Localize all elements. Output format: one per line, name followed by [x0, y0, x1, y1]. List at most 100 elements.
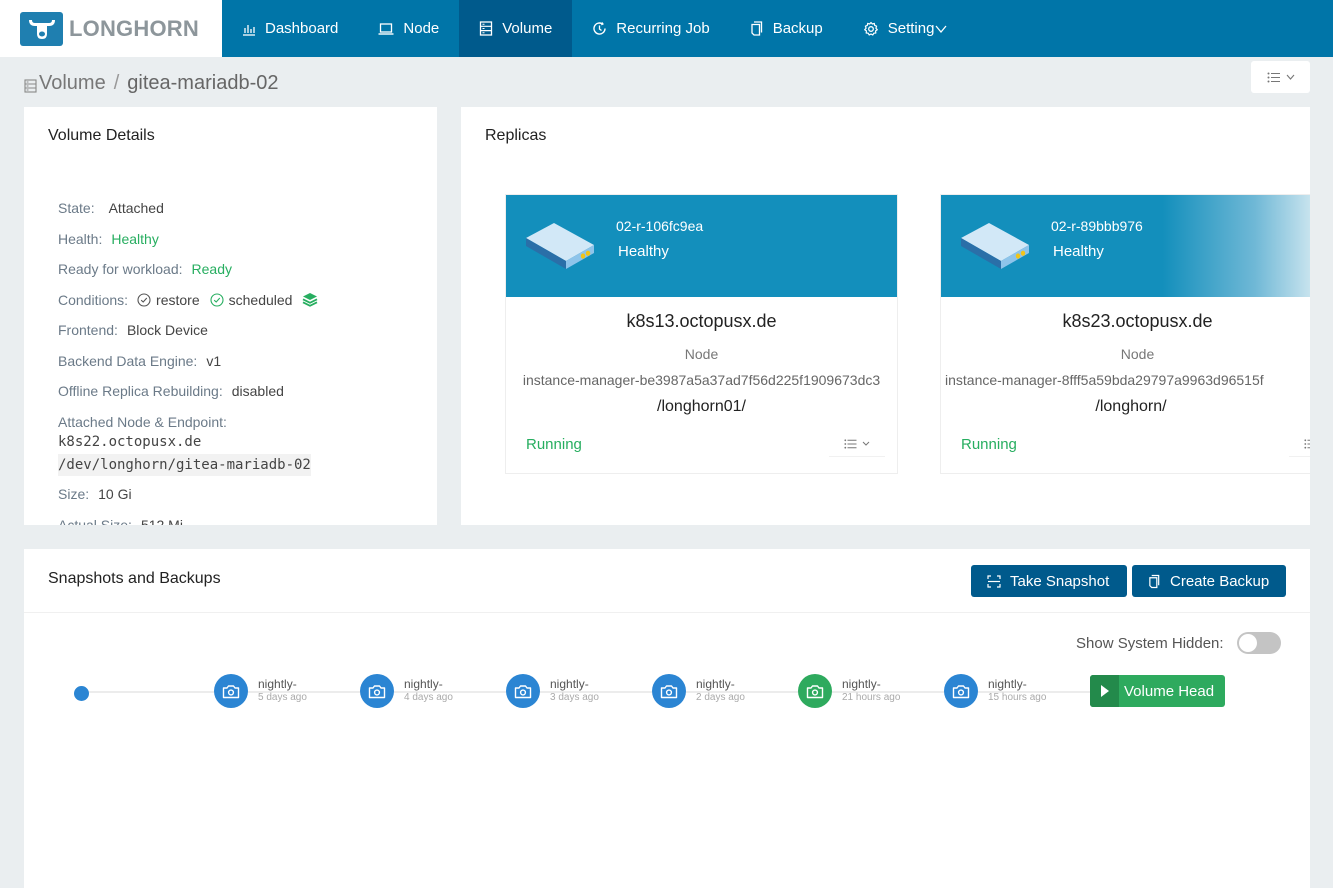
volume-details-card: Volume Details State: Attached Health: H… [24, 107, 437, 525]
condition-restore[interactable]: restore [137, 292, 200, 308]
detail-label: Actual Size: [58, 516, 132, 525]
camera-icon [944, 674, 978, 708]
replica-name: 02-r-106fc9ea [616, 218, 704, 234]
laptop-icon [378, 22, 394, 36]
snapshot-node[interactable]: nightly- 5 days ago [214, 674, 307, 708]
check-circle-icon [210, 293, 224, 307]
scan-icon [987, 574, 1001, 588]
nav-recurring-job[interactable]: Recurring Job [572, 0, 729, 57]
disk-icon [524, 220, 596, 278]
nav-label: Node [403, 20, 440, 37]
actual-size-value: 512 Mi [140, 516, 183, 525]
snapshot-name: nightly- [842, 677, 881, 691]
replica-host: k8s23.octopusx.de [1062, 311, 1213, 331]
show-hidden-label: Show System Hidden: [1076, 634, 1224, 652]
health-value: Healthy [111, 230, 159, 247]
snapshots-title: Snapshots and Backups [48, 570, 221, 587]
show-hidden-toggle[interactable] [1236, 632, 1281, 654]
endpoint-path: /dev/longhorn/gitea-mariadb-02 [58, 454, 311, 476]
snapshot-time: 3 days ago [550, 692, 599, 703]
nav-volume[interactable]: Volume [459, 0, 573, 57]
nav-label: Volume [502, 20, 553, 37]
replica-status: Running [526, 436, 582, 453]
detail-label: Ready for workload: [58, 261, 183, 278]
replica-card[interactable]: 02-r-89bbb976 Healthy k8s23.octopusx.de … [940, 194, 1310, 474]
nav-dashboard[interactable]: Dashboard [222, 0, 358, 57]
snapshot-node[interactable]: nightly- 3 days ago [506, 674, 599, 708]
snapshot-time: 15 hours ago [988, 692, 1047, 703]
check-circle-icon [137, 293, 151, 307]
show-system-hidden: Show System Hidden: [1076, 632, 1281, 654]
breadcrumb: Volume / gitea-mariadb-02 [24, 72, 278, 95]
snapshot-name: nightly- [696, 677, 735, 691]
attached-endpoint: k8s22.octopusx.de /dev/longhorn/gitea-ma… [58, 431, 318, 476]
snapshot-time: 4 days ago [404, 692, 453, 703]
offline-rebuilding-value: disabled [231, 383, 284, 400]
snapshot-node[interactable]: nightly- 21 hours ago [798, 674, 900, 708]
detail-label: Backend Data Engine: [58, 352, 198, 369]
detail-label: Health: [58, 230, 103, 247]
copy-icon [1149, 574, 1160, 588]
replica-header: 02-r-89bbb976 Healthy [941, 195, 1310, 297]
breadcrumb-volume-link[interactable]: Volume [39, 72, 106, 95]
longhorn-logo-icon [20, 11, 63, 46]
camera-icon [506, 674, 540, 708]
chevron-down-icon [862, 441, 870, 446]
replica-path: /longhorn/ [1095, 398, 1167, 415]
condition-scheduled[interactable]: scheduled [210, 291, 293, 308]
create-backup-button[interactable]: Create Backup [1132, 565, 1286, 597]
snapshot-name: nightly- [988, 677, 1027, 691]
volume-details-title: Volume Details [48, 127, 155, 144]
detail-health: Health: Healthy [58, 224, 318, 255]
nav-label: Setting [887, 20, 935, 37]
replica-card[interactable]: 02-r-106fc9ea Healthy k8s13.octopusx.de … [505, 194, 898, 474]
snapshot-name: nightly- [258, 677, 297, 691]
disk-icon [959, 220, 1031, 278]
detail-label: Frontend: [58, 322, 118, 339]
condition-label: scheduled [228, 291, 293, 308]
list-icon [844, 438, 857, 449]
list-icon [1267, 72, 1281, 83]
database-icon [24, 78, 37, 93]
volume-head-button[interactable]: Volume Head [1090, 675, 1225, 707]
detail-label: State: [58, 200, 95, 217]
replica-actions-menu[interactable] [1289, 431, 1310, 457]
logo[interactable]: LONGHORN [0, 0, 222, 57]
nav-label: Recurring Job [616, 20, 710, 37]
database-icon [479, 21, 493, 36]
snapshot-node[interactable]: nightly- 2 days ago [652, 674, 745, 708]
camera-icon [214, 674, 248, 708]
nav-setting[interactable]: Setting [843, 0, 968, 57]
toggle-knob [1238, 634, 1257, 652]
replica-instance-manager: instance-manager-be3987a5a37ad7f56d225f1… [522, 372, 881, 388]
layers-icon[interactable] [302, 292, 318, 308]
nav-backup[interactable]: Backup [730, 0, 843, 57]
chevron-down-icon [935, 25, 947, 33]
timeline-root-node[interactable] [74, 686, 89, 701]
volume-actions-menu-button[interactable] [1251, 61, 1310, 93]
snapshot-node[interactable]: nightly- 15 hours ago [944, 674, 1046, 708]
snapshot-node[interactable]: nightly- 4 days ago [360, 674, 453, 708]
condition-label: restore [156, 291, 200, 308]
take-snapshot-button[interactable]: Take Snapshot [971, 565, 1127, 597]
detail-offline-rebuilding: Offline Replica Rebuilding: disabled [58, 376, 318, 407]
camera-icon [798, 674, 832, 708]
detail-label: Attached Node & Endpoint: [58, 413, 227, 430]
chevron-down-icon [1286, 74, 1295, 80]
volume-details-list: State: Attached Health: Healthy Ready fo… [58, 193, 318, 525]
replica-health: Healthy [618, 243, 669, 260]
attached-node: k8s22.octopusx.de [58, 434, 202, 450]
state-value: Attached [108, 200, 164, 217]
top-header: LONGHORN Dashboard Node Volume Recurring… [0, 0, 1333, 57]
detail-state: State: Attached [58, 193, 318, 224]
replica-header: 02-r-106fc9ea Healthy [506, 195, 897, 297]
bar-chart-icon [242, 22, 256, 36]
nav-node[interactable]: Node [358, 0, 459, 57]
replica-host: k8s13.octopusx.de [626, 311, 777, 331]
list-icon [1304, 438, 1310, 449]
divider [24, 612, 1310, 613]
replica-actions-menu[interactable] [829, 431, 885, 457]
replicas-title: Replicas [485, 127, 547, 144]
replica-status: Running [961, 436, 1017, 453]
replica-instance-manager: instance-manager-8fff5a59bda29797a9963d9… [945, 372, 1264, 388]
